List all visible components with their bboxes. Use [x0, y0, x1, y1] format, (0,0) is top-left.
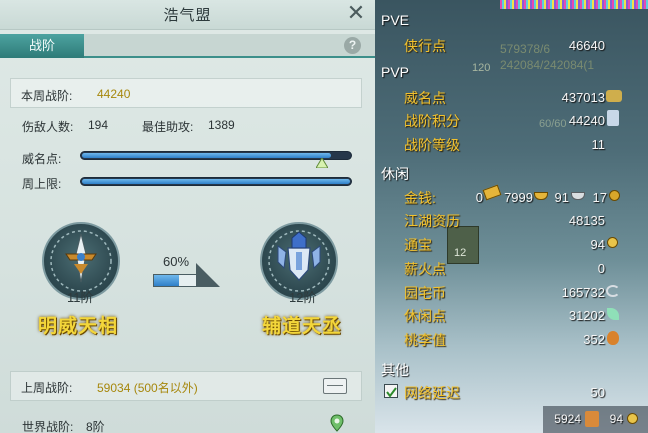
current-rank-name: 明威天相: [38, 315, 119, 337]
world-rank-value: 8阶: [86, 420, 105, 433]
leisure-label-garden-coin: 园宅币: [404, 285, 446, 301]
leisure-value-leisure-points: 31202: [568, 308, 605, 323]
network-latency-label: 网络延迟: [404, 385, 460, 401]
gold-ingot-icon: [534, 192, 548, 200]
leisure-value-xinhuo: 0: [597, 261, 605, 276]
bg-level-text: 120: [472, 62, 491, 74]
weekly-cap-bar: [80, 177, 352, 186]
last-week-value: 59034 (500名以外): [97, 381, 198, 395]
guild-window: 浩气盟 ✕ 战阶 ? 本周战阶: 44240 伤敌人数: 194 最佳助攻: 1…: [0, 0, 375, 433]
prestige-icon: [606, 90, 622, 102]
pvp-value-prestige: 437013: [561, 90, 605, 105]
currency-panel: 579378/6 242084/242084(1 120 60/60 12 PV…: [375, 0, 648, 433]
rank-progress-percent: 60%: [163, 254, 190, 269]
pvp-label-rank-score: 战阶积分: [404, 113, 460, 129]
garden-coin-icon: [606, 285, 620, 297]
current-rank-level: 11阶: [67, 290, 94, 305]
pvp-header: PVP: [381, 64, 410, 80]
leisure-label-seniority: 江湖资历: [404, 213, 460, 229]
leisure-label-xinhuo: 薪火点: [404, 261, 446, 277]
peach-icon: [607, 331, 619, 345]
bottom-coin-icon: [627, 413, 638, 424]
prestige-bar: [80, 151, 352, 160]
leisure-value-seniority: 48135: [568, 213, 605, 228]
money-label: 金钱:: [404, 190, 436, 206]
silver-ingot-icon: [571, 192, 585, 200]
last-week-panel: 上周战阶: 59034 (500名以外): [10, 371, 362, 401]
leisure-value-garden-coin: 165732: [561, 285, 605, 300]
tongbao-coin-icon: [607, 237, 618, 248]
network-latency-value: 50: [590, 385, 605, 400]
assist-value: 1389: [208, 118, 235, 132]
help-icon[interactable]: ?: [344, 37, 361, 54]
leisure-label-leisure-points: 休闲点: [404, 308, 446, 324]
check-icon: [386, 387, 397, 398]
pvp-value-rank-score: 44240: [568, 113, 605, 128]
tab-bar: 战阶 ?: [0, 34, 375, 58]
world-rank-label: 世界战阶:: [22, 420, 74, 433]
pvp-label-rank-level: 战阶等级: [404, 137, 460, 153]
chest-icon[interactable]: [323, 378, 347, 394]
bottom-currency-bar: 5924 94: [543, 406, 648, 433]
assist-label: 最佳助攻:: [142, 120, 194, 134]
next-rank-level: 12阶: [289, 290, 317, 305]
location-pin-icon[interactable]: [330, 414, 344, 432]
bg-skill-icon: 12: [447, 226, 479, 264]
prestige-bar-fill: [82, 153, 331, 158]
title-bar: 浩气盟 ✕: [0, 0, 375, 30]
kills-label: 伤敌人数:: [22, 120, 74, 134]
leisure-value-tongbao: 94: [590, 237, 605, 252]
money-copper: 17: [592, 190, 607, 205]
prestige-marker-icon: [316, 158, 328, 168]
close-icon[interactable]: ✕: [345, 2, 367, 24]
pvp-label-prestige: 威名点: [404, 90, 446, 106]
next-rank-name: 辅道天丞: [262, 315, 343, 337]
week-rank-panel: 本周战阶: 44240: [10, 78, 362, 108]
pve-header: PVE: [381, 12, 410, 28]
buff-strip: [500, 0, 648, 9]
rank-score-icon: [607, 110, 619, 126]
weekly-cap-bar-fill: [82, 179, 350, 184]
prestige-label: 威名点:: [22, 152, 62, 166]
last-week-label: 上周战阶:: [21, 381, 73, 395]
arrow-right-icon: [196, 263, 220, 287]
leaf-icon: [607, 308, 619, 320]
pvp-value-rank-level: 11: [591, 137, 606, 152]
bottom-currency-2: 94: [609, 412, 623, 426]
bg-hp-text: 579378/6: [500, 42, 551, 56]
money-gold-brick: 0: [475, 190, 483, 205]
money-silver: 91: [554, 190, 569, 205]
copper-coin-icon: [609, 190, 620, 201]
money-gold: 7999: [504, 190, 533, 205]
pve-label-xiaxing: 侠行点: [404, 38, 446, 54]
bg-mp-text: 242084/242084(1: [500, 58, 595, 72]
network-latency-checkbox[interactable]: [384, 384, 398, 398]
pve-value-xiaxing: 46640: [568, 38, 605, 53]
week-rank-value: 44240: [97, 87, 131, 101]
bottom-currency-1: 5924: [554, 412, 581, 426]
tab-rank[interactable]: 战阶: [0, 34, 84, 58]
leisure-label-taoli: 桃李值: [404, 332, 446, 348]
rank-progress-fill: [154, 275, 179, 286]
window-title: 浩气盟: [163, 7, 212, 24]
other-header: 其他: [381, 362, 409, 378]
leisure-value-taoli: 352: [583, 332, 605, 347]
leisure-label-tongbao: 通宝: [404, 237, 432, 253]
weekly-cap-label: 周上限:: [22, 177, 62, 191]
leisure-header: 休闲: [381, 166, 409, 182]
week-rank-label: 本周战阶:: [21, 89, 73, 103]
kills-value: 194: [88, 118, 109, 132]
rank-progress-bar: [153, 274, 197, 287]
boot-icon: [585, 411, 599, 427]
